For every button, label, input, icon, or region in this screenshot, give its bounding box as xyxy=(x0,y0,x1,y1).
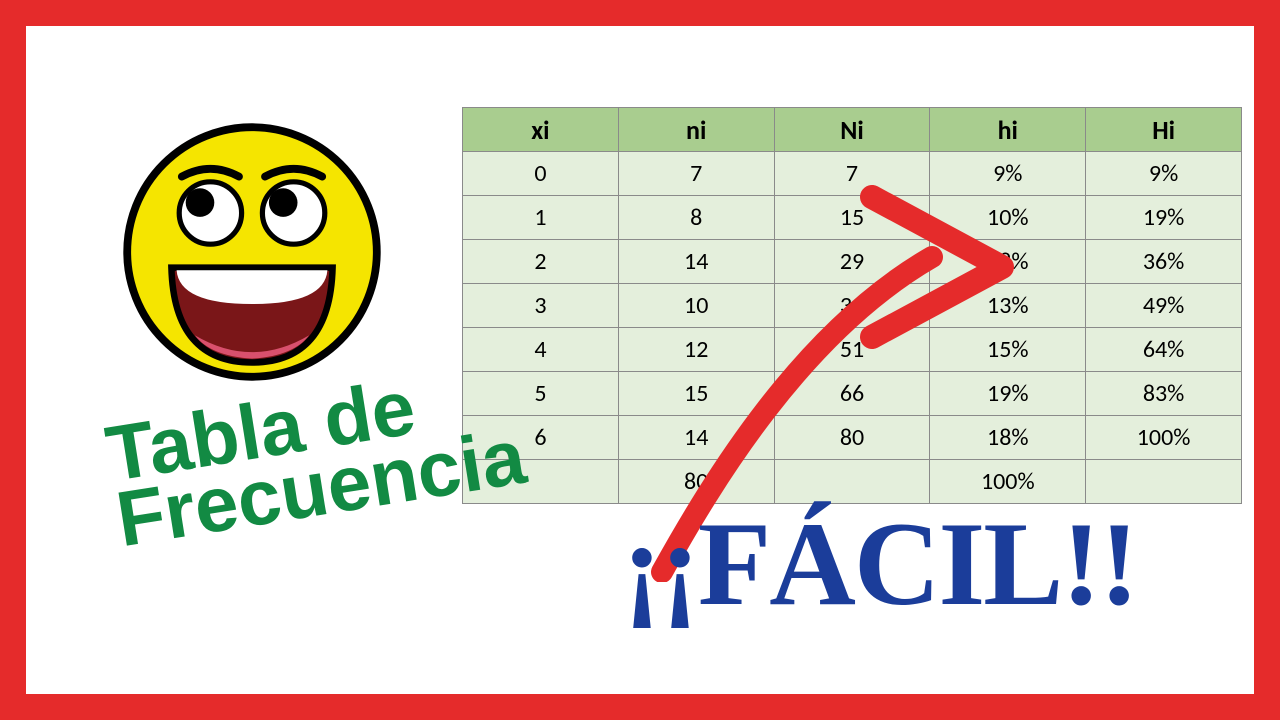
table-row: 0779%9% xyxy=(463,152,1242,196)
table-cell: 14 xyxy=(618,240,774,284)
table-cell: 19% xyxy=(930,372,1086,416)
table-cell: 3 xyxy=(463,284,619,328)
col-Ni: Ni xyxy=(774,108,930,152)
table-cell: 1 xyxy=(463,196,619,240)
table-cell: 8 xyxy=(618,196,774,240)
frequency-table: xi ni Ni hi Hi 0779%9%181510%19%2142918%… xyxy=(462,107,1242,504)
table-cell: 7 xyxy=(774,152,930,196)
table-cell: 0 xyxy=(463,152,619,196)
table-cell: 64% xyxy=(1086,328,1242,372)
table-header-row: xi ni Ni hi Hi xyxy=(463,108,1242,152)
table-cell: 7 xyxy=(618,152,774,196)
table-cell: 18% xyxy=(930,240,1086,284)
table-row: 5156619%83% xyxy=(463,372,1242,416)
table-cell: 100% xyxy=(1086,416,1242,460)
col-xi: xi xyxy=(463,108,619,152)
table-cell: 15% xyxy=(930,328,1086,372)
col-ni: ni xyxy=(618,108,774,152)
table-cell: 10 xyxy=(618,284,774,328)
col-hi: hi xyxy=(930,108,1086,152)
table-cell: 49% xyxy=(1086,284,1242,328)
table-cell: 14 xyxy=(618,416,774,460)
table-cell: 29 xyxy=(774,240,930,284)
table-cell: 13% xyxy=(930,284,1086,328)
blue-title: ¡¡FÁCIL!! xyxy=(622,495,1137,633)
table-row: 3103913%49% xyxy=(463,284,1242,328)
table-row: 2142918%36% xyxy=(463,240,1242,284)
table-row: 4125115%64% xyxy=(463,328,1242,372)
col-Hi: Hi xyxy=(1086,108,1242,152)
table-row: 6148018%100% xyxy=(463,416,1242,460)
table-cell: 80 xyxy=(774,416,930,460)
canvas: xi ni Ni hi Hi 0779%9%181510%19%2142918%… xyxy=(52,52,1228,668)
table-cell: 15 xyxy=(774,196,930,240)
green-title: Tabla de Frecuencia xyxy=(102,358,530,553)
table-cell: 39 xyxy=(774,284,930,328)
table-cell: 15 xyxy=(618,372,774,416)
table-cell: 9% xyxy=(930,152,1086,196)
table-cell: 18% xyxy=(930,416,1086,460)
table-cell: 36% xyxy=(1086,240,1242,284)
table-cell: 9% xyxy=(1086,152,1242,196)
table-cell: 51 xyxy=(774,328,930,372)
table-cell: 2 xyxy=(463,240,619,284)
table-cell: 12 xyxy=(618,328,774,372)
table-cell: 66 xyxy=(774,372,930,416)
awesome-face-icon xyxy=(122,122,382,382)
table-cell: 19% xyxy=(1086,196,1242,240)
table-cell: 10% xyxy=(930,196,1086,240)
table-row: 181510%19% xyxy=(463,196,1242,240)
table-cell: 83% xyxy=(1086,372,1242,416)
